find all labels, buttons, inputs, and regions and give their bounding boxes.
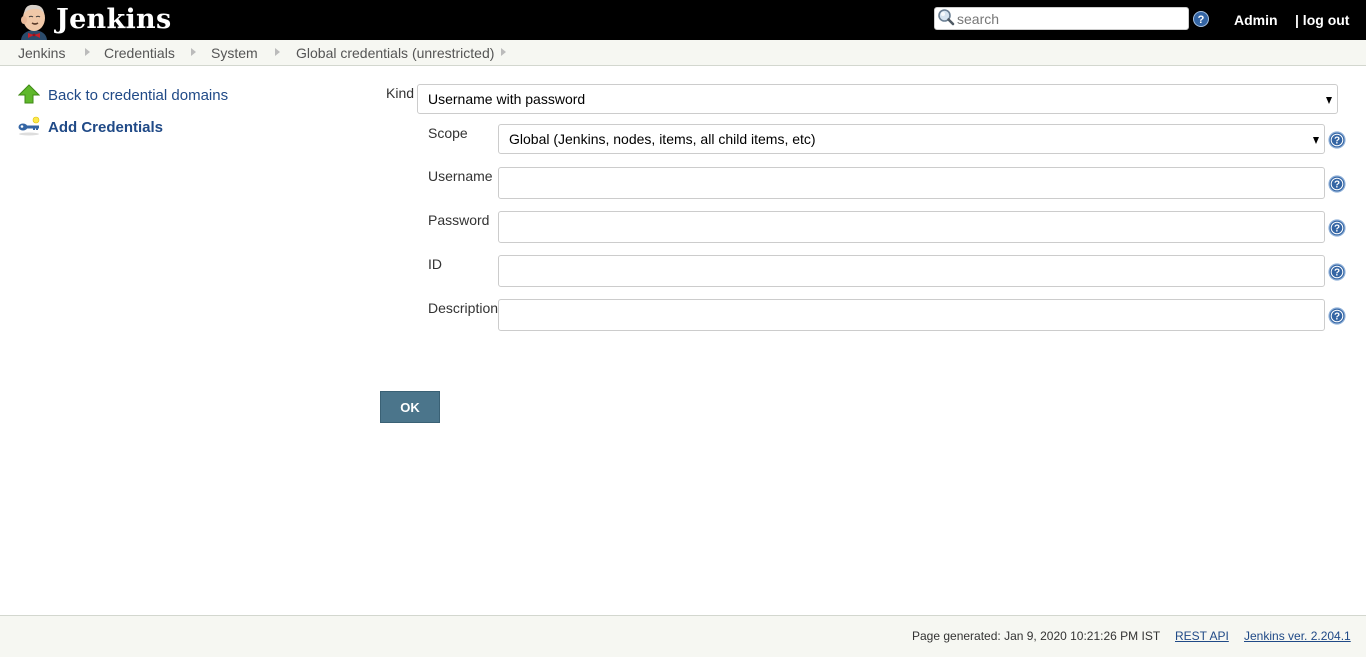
ok-button[interactable]: OK	[380, 391, 440, 423]
chevron-down-icon	[1326, 97, 1332, 104]
breadcrumb-system[interactable]: System	[211, 45, 258, 61]
svg-text:?: ?	[1334, 224, 1340, 235]
password-input[interactable]	[498, 211, 1325, 243]
breadcrumb-chevron-icon[interactable]	[501, 48, 506, 56]
svg-text:?: ?	[1334, 180, 1340, 191]
jenkins-version-link[interactable]: Jenkins ver. 2.204.1	[1244, 629, 1351, 643]
chevron-down-icon	[1313, 137, 1319, 144]
back-to-credential-domains-link[interactable]: Back to credential domains	[17, 84, 229, 107]
scope-select-value: Global (Jenkins, nodes, items, all child…	[509, 131, 816, 147]
id-help-icon[interactable]: ?	[1328, 263, 1346, 281]
magnifier-icon	[937, 8, 955, 29]
app-title: Jenkins	[56, 4, 172, 35]
search-input[interactable]	[955, 10, 1180, 27]
username-input[interactable]	[498, 167, 1325, 199]
password-label: Password	[428, 212, 490, 228]
add-credentials-link[interactable]: Add Credentials	[18, 116, 163, 139]
description-input[interactable]	[498, 299, 1325, 331]
breadcrumb-chevron-icon[interactable]	[85, 48, 90, 56]
page-header: Jenkins ? Admin | log out	[0, 0, 1366, 40]
kind-select[interactable]: Username with password	[417, 84, 1338, 114]
breadcrumb: Jenkins Credentials System Global creden…	[0, 40, 1366, 66]
password-help-icon[interactable]: ?	[1328, 219, 1346, 237]
scope-label: Scope	[428, 125, 468, 141]
username-label: Username	[428, 168, 493, 184]
logout-link[interactable]: | log out	[1295, 12, 1349, 28]
rest-api-link[interactable]: REST API	[1175, 629, 1229, 643]
breadcrumb-credentials[interactable]: Credentials	[104, 45, 175, 61]
svg-text:?: ?	[1334, 268, 1340, 279]
description-help-icon[interactable]: ?	[1328, 307, 1346, 325]
add-credentials-label: Add Credentials	[48, 119, 164, 136]
jenkins-home-link[interactable]: Jenkins	[16, 2, 171, 40]
breadcrumb-global-credentials[interactable]: Global credentials (unrestricted)	[296, 45, 494, 61]
svg-text:?: ?	[1198, 14, 1205, 26]
help-icon[interactable]: ?	[1193, 11, 1209, 27]
id-label: ID	[428, 256, 442, 272]
breadcrumb-jenkins[interactable]: Jenkins	[18, 45, 65, 61]
username-help-icon[interactable]: ?	[1328, 175, 1346, 193]
user-name-link[interactable]: Admin	[1234, 12, 1278, 28]
svg-text:?: ?	[1334, 136, 1340, 147]
scope-select[interactable]: Global (Jenkins, nodes, items, all child…	[498, 124, 1325, 154]
kind-select-value: Username with password	[428, 91, 586, 107]
description-label: Description	[428, 300, 499, 316]
scope-help-icon[interactable]: ?	[1328, 131, 1346, 149]
back-to-credential-domains-label: Back to credential domains	[48, 87, 229, 104]
page-generated-text: Page generated: Jan 9, 2020 10:21:26 PM …	[912, 629, 1161, 643]
svg-text:?: ?	[1334, 312, 1340, 323]
up-arrow-icon	[17, 84, 41, 107]
search-box	[934, 7, 1189, 30]
breadcrumb-chevron-icon[interactable]	[191, 48, 196, 56]
breadcrumb-chevron-icon[interactable]	[275, 48, 280, 56]
kind-label: Kind	[386, 85, 415, 101]
id-input[interactable]	[498, 255, 1325, 287]
key-icon	[18, 116, 40, 139]
jenkins-butler-icon	[16, 2, 52, 40]
page-footer: Page generated: Jan 9, 2020 10:21:26 PM …	[0, 615, 1366, 657]
